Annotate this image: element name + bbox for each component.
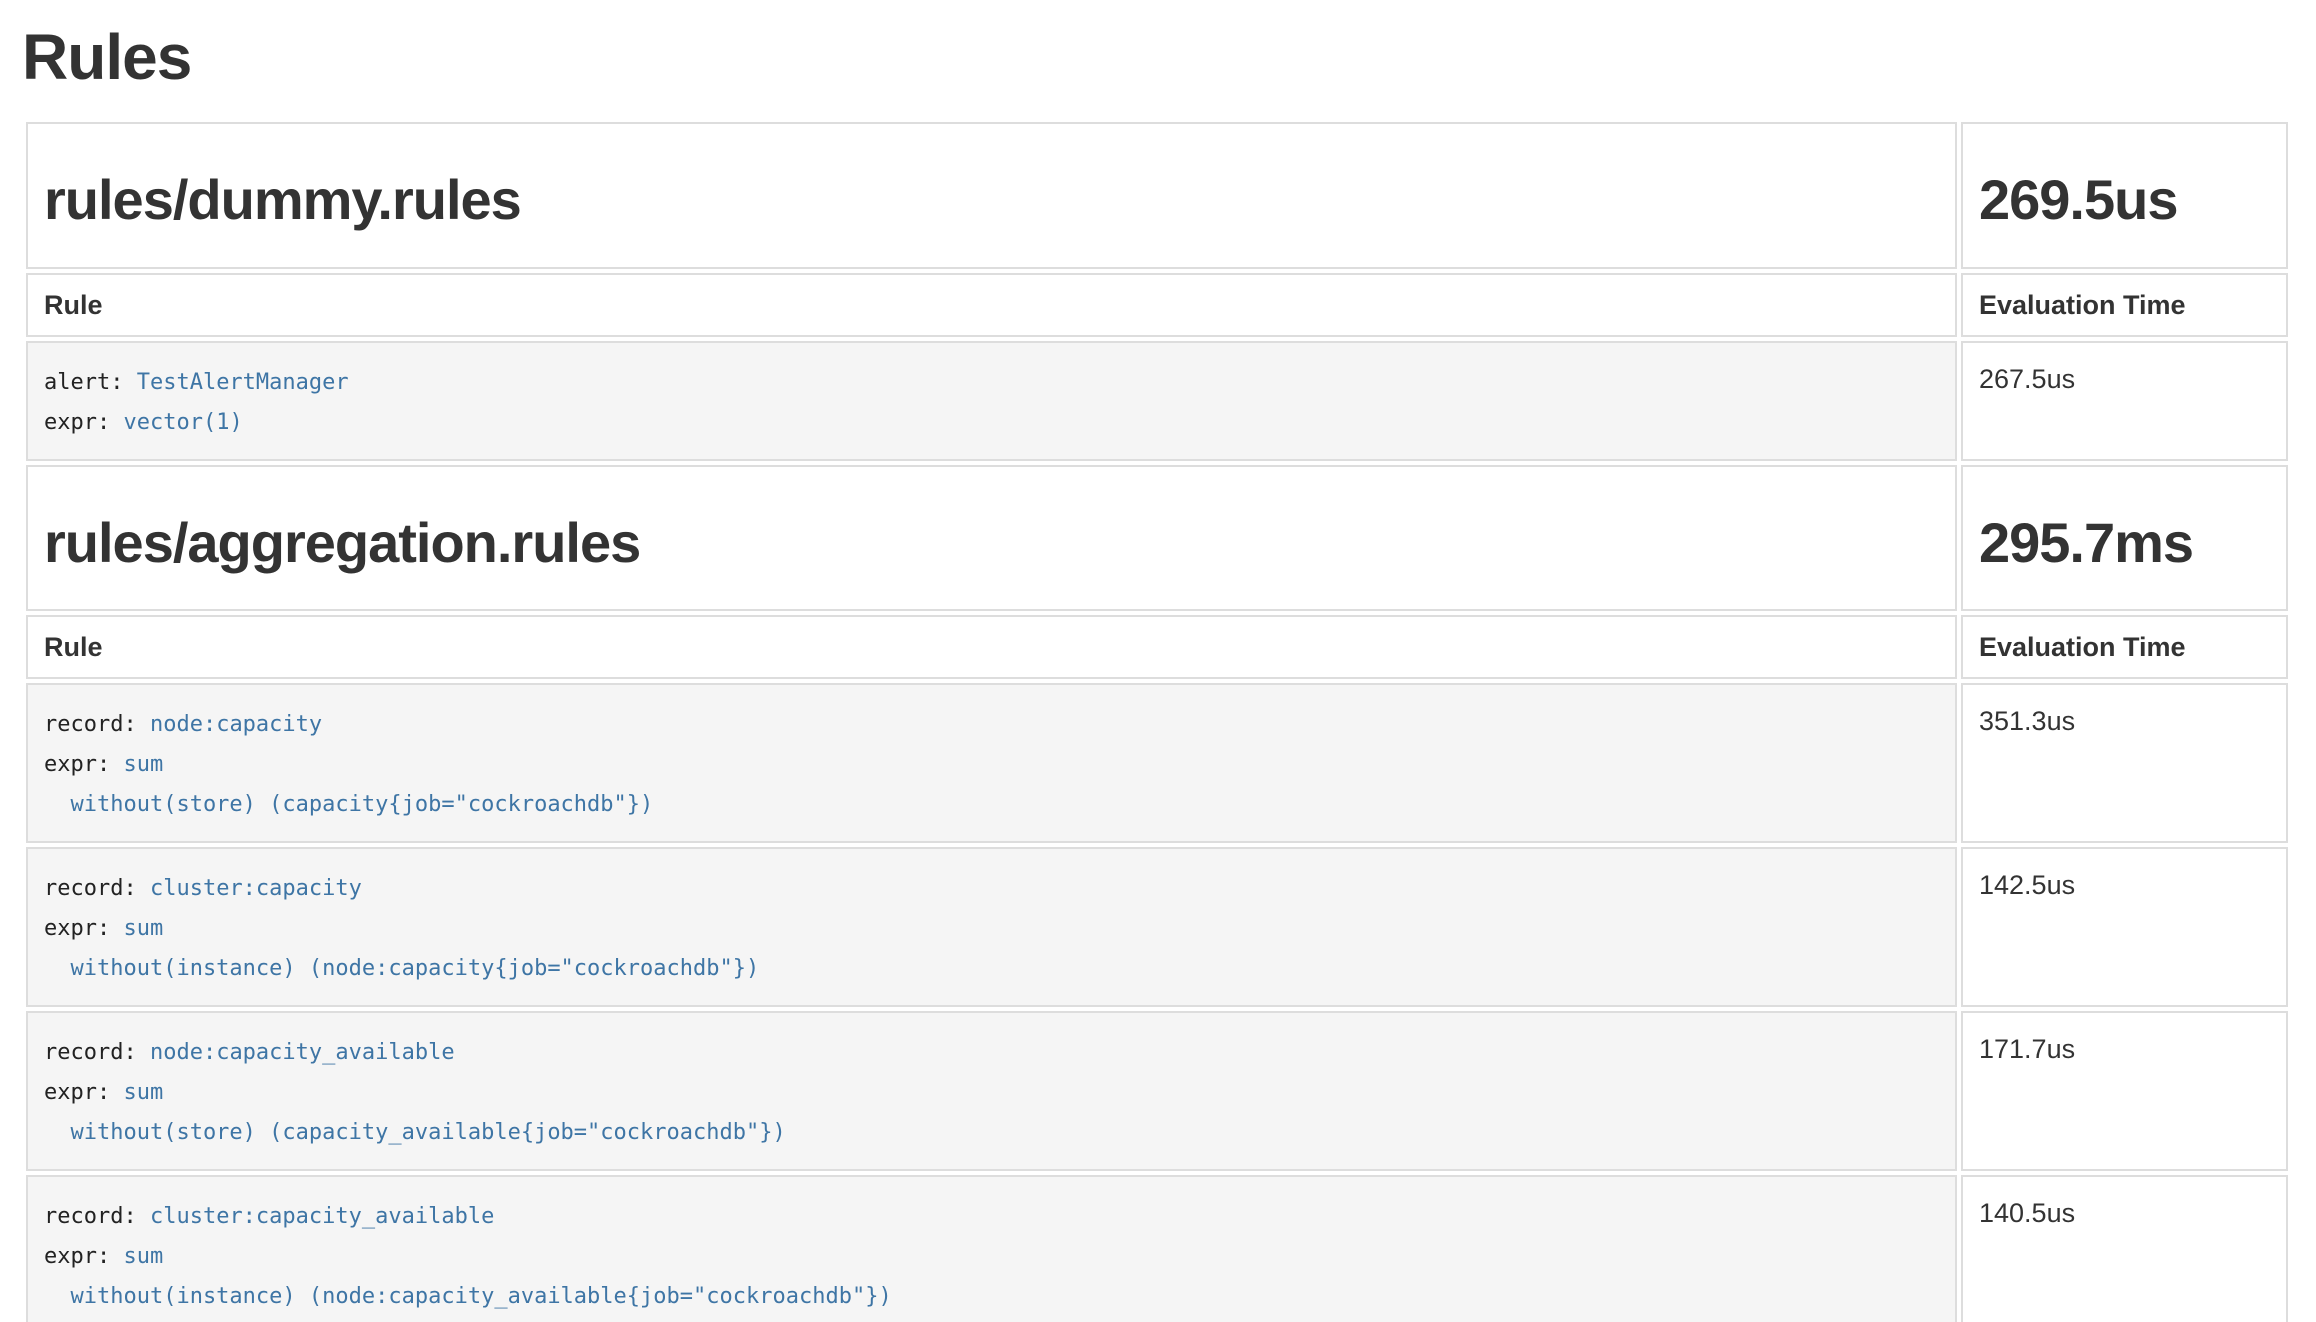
rule-definition-cell: record: cluster:capacity_available expr:…	[26, 1175, 1957, 1322]
record-name-link[interactable]: cluster:capacity_available	[150, 1204, 494, 1229]
code-line: record: cluster:capacity	[44, 869, 1939, 909]
rule-row: record: cluster:capacity_available expr:…	[26, 1175, 2288, 1322]
code-key: record:	[44, 712, 150, 737]
rule-definition-cell: record: node:capacity expr: sum without(…	[26, 683, 1957, 843]
group-evaluation-time: 295.7ms	[1979, 511, 2193, 574]
record-name-link[interactable]: node:capacity_available	[150, 1040, 455, 1065]
expr-link[interactable]: sum	[123, 1080, 163, 1105]
record-name-link[interactable]: node:capacity	[150, 712, 322, 737]
group-evaluation-time-cell: 269.5us	[1961, 122, 2288, 268]
rule-row: record: cluster:capacity expr: sum witho…	[26, 847, 2288, 1007]
expr-link[interactable]: without(store) (capacity{job="cockroachd…	[44, 792, 653, 817]
group-file-name-cell: rules/dummy.rules	[26, 122, 1957, 268]
rule-evaluation-time: 142.5us	[1961, 847, 2288, 1007]
code-line: record: node:capacity	[44, 705, 1939, 745]
expr-link[interactable]: sum	[123, 916, 163, 941]
code-key: record:	[44, 1040, 150, 1065]
rule-group-header-row: rules/aggregation.rules 295.7ms	[26, 465, 2288, 611]
expr-link[interactable]: without(store) (capacity_available{job="…	[44, 1120, 786, 1145]
code-line: without(store) (capacity{job="cockroachd…	[44, 785, 1939, 825]
column-header-row: Rule Evaluation Time	[26, 273, 2288, 337]
rules-table: rules/dummy.rules 269.5us Rule Evaluatio…	[22, 118, 2292, 1322]
code-line: expr: sum	[44, 1237, 1939, 1277]
code-line: record: node:capacity_available	[44, 1033, 1939, 1073]
rule-column-header: Rule	[26, 615, 1957, 679]
code-line: record: cluster:capacity_available	[44, 1197, 1939, 1237]
expr-link[interactable]: vector(1)	[123, 410, 242, 435]
group-file-name: rules/dummy.rules	[44, 168, 521, 231]
code-line: alert: TestAlertManager	[44, 363, 1939, 403]
code-line: without(instance) (node:capacity{job="co…	[44, 949, 1939, 989]
code-key: record:	[44, 1204, 150, 1229]
page-title: Rules	[22, 22, 2292, 92]
code-key: expr:	[44, 410, 123, 435]
code-line: without(instance) (node:capacity_availab…	[44, 1277, 1939, 1317]
rule-evaluation-time: 171.7us	[1961, 1011, 2288, 1171]
code-key: expr:	[44, 1080, 123, 1105]
rule-row: alert: TestAlertManager expr: vector(1) …	[26, 341, 2288, 461]
rules-page: Rules rules/dummy.rules 269.5us Rule Eva…	[0, 0, 2316, 1322]
expr-link[interactable]: without(instance) (node:capacity{job="co…	[44, 956, 759, 981]
group-evaluation-time-cell: 295.7ms	[1961, 465, 2288, 611]
evaluation-time-column-header: Evaluation Time	[1961, 615, 2288, 679]
rule-row: record: node:capacity expr: sum without(…	[26, 683, 2288, 843]
record-name-link[interactable]: cluster:capacity	[150, 876, 362, 901]
code-key: record:	[44, 876, 150, 901]
rule-evaluation-time: 267.5us	[1961, 341, 2288, 461]
column-header-row: Rule Evaluation Time	[26, 615, 2288, 679]
rule-definition-cell: record: cluster:capacity expr: sum witho…	[26, 847, 1957, 1007]
group-file-name-cell: rules/aggregation.rules	[26, 465, 1957, 611]
code-key: expr:	[44, 916, 123, 941]
rule-definition-cell: alert: TestAlertManager expr: vector(1)	[26, 341, 1957, 461]
code-key: expr:	[44, 1244, 123, 1269]
rule-evaluation-time: 351.3us	[1961, 683, 2288, 843]
group-evaluation-time: 269.5us	[1979, 168, 2178, 231]
alert-name-link[interactable]: TestAlertManager	[137, 370, 349, 395]
code-line: expr: sum	[44, 745, 1939, 785]
code-line: expr: sum	[44, 1073, 1939, 1113]
expr-link[interactable]: sum	[123, 1244, 163, 1269]
expr-link[interactable]: sum	[123, 752, 163, 777]
evaluation-time-column-header: Evaluation Time	[1961, 273, 2288, 337]
rule-row: record: node:capacity_available expr: su…	[26, 1011, 2288, 1171]
expr-link[interactable]: without(instance) (node:capacity_availab…	[44, 1284, 892, 1309]
code-key: expr:	[44, 752, 123, 777]
rule-evaluation-time: 140.5us	[1961, 1175, 2288, 1322]
code-key: alert:	[44, 370, 137, 395]
code-line: expr: vector(1)	[44, 403, 1939, 443]
group-file-name: rules/aggregation.rules	[44, 511, 640, 574]
rule-definition-cell: record: node:capacity_available expr: su…	[26, 1011, 1957, 1171]
rule-column-header: Rule	[26, 273, 1957, 337]
code-line: expr: sum	[44, 909, 1939, 949]
rule-group-header-row: rules/dummy.rules 269.5us	[26, 122, 2288, 268]
code-line: without(store) (capacity_available{job="…	[44, 1113, 1939, 1153]
